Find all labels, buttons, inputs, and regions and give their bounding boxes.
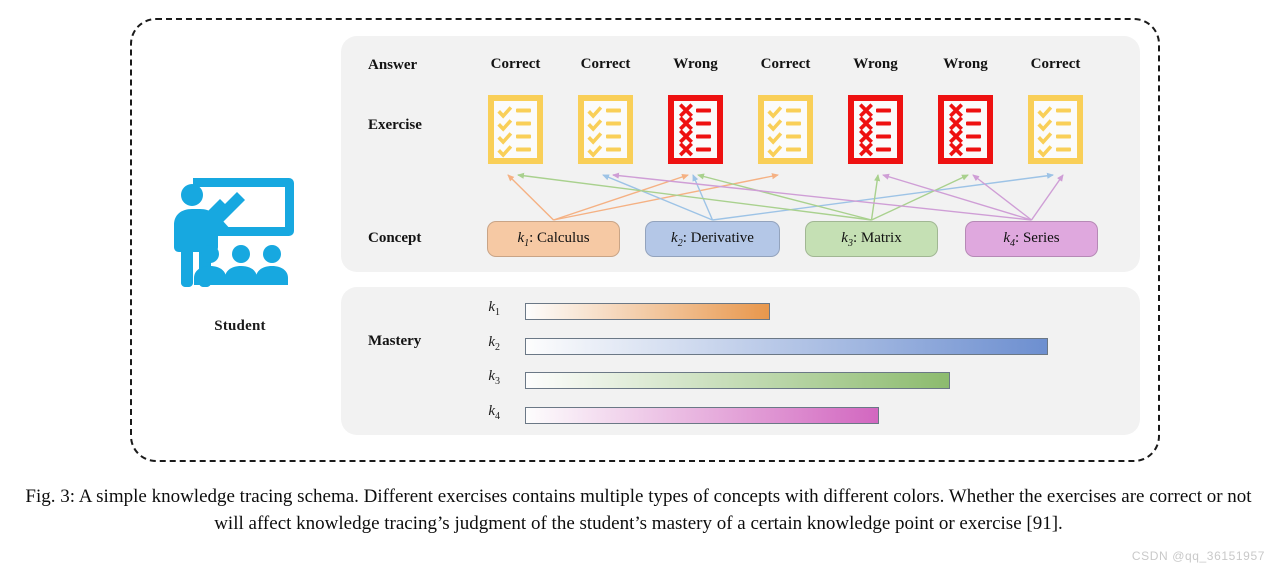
mastery-key-k3: k3 xyxy=(488,368,500,387)
answer-label-5: Wrong xyxy=(853,56,898,72)
concept-label: k1: Calculus xyxy=(517,229,590,249)
mastery-bar-k1 xyxy=(525,303,770,320)
exercise-card-1 xyxy=(488,95,543,164)
exercise-card-6 xyxy=(938,95,993,164)
row-label-concept: Concept xyxy=(368,230,422,246)
student-label: Student xyxy=(214,318,266,334)
concept-pill-series[interactable]: k4: Series xyxy=(965,221,1098,257)
student-block: Student xyxy=(152,168,328,368)
concept-pill-calculus[interactable]: k1: Calculus xyxy=(487,221,620,257)
answer-label-6: Wrong xyxy=(943,56,988,72)
answer-label-3: Wrong xyxy=(673,56,718,72)
exercise-card-3 xyxy=(668,95,723,164)
mastery-key-k4: k4 xyxy=(488,403,500,422)
concept-pill-derivative[interactable]: k2: Derivative xyxy=(645,221,780,257)
exercise-card-5 xyxy=(848,95,903,164)
mastery-key-k1: k1 xyxy=(488,299,500,318)
row-label-answer: Answer xyxy=(368,57,418,73)
row-label-exercise: Exercise xyxy=(368,117,422,133)
mastery-bar-k3 xyxy=(525,372,950,389)
concept-label: k3: Matrix xyxy=(841,229,902,249)
exercise-card-4 xyxy=(758,95,813,164)
teacher-whiteboard-students-icon xyxy=(165,168,315,296)
answer-label-1: Correct xyxy=(490,56,541,72)
mastery-bar-k2 xyxy=(525,338,1048,355)
row-label-mastery: Mastery xyxy=(368,333,422,349)
figure-caption: Fig. 3: A simple knowledge tracing schem… xyxy=(25,486,1252,534)
concept-label: k4: Series xyxy=(1003,229,1060,249)
concept-pill-matrix[interactable]: k3: Matrix xyxy=(805,221,938,257)
exercise-card-7 xyxy=(1028,95,1083,164)
mastery-key-k2: k2 xyxy=(488,334,500,353)
concept-label: k2: Derivative xyxy=(671,229,754,249)
answer-label-4: Correct xyxy=(760,56,811,72)
watermark-label: CSDN @qq_36151957 xyxy=(1131,549,1265,563)
mastery-bar-k4 xyxy=(525,407,879,424)
answer-label-7: Correct xyxy=(1030,56,1081,72)
exercise-card-2 xyxy=(578,95,633,164)
answer-label-2: Correct xyxy=(580,56,631,72)
